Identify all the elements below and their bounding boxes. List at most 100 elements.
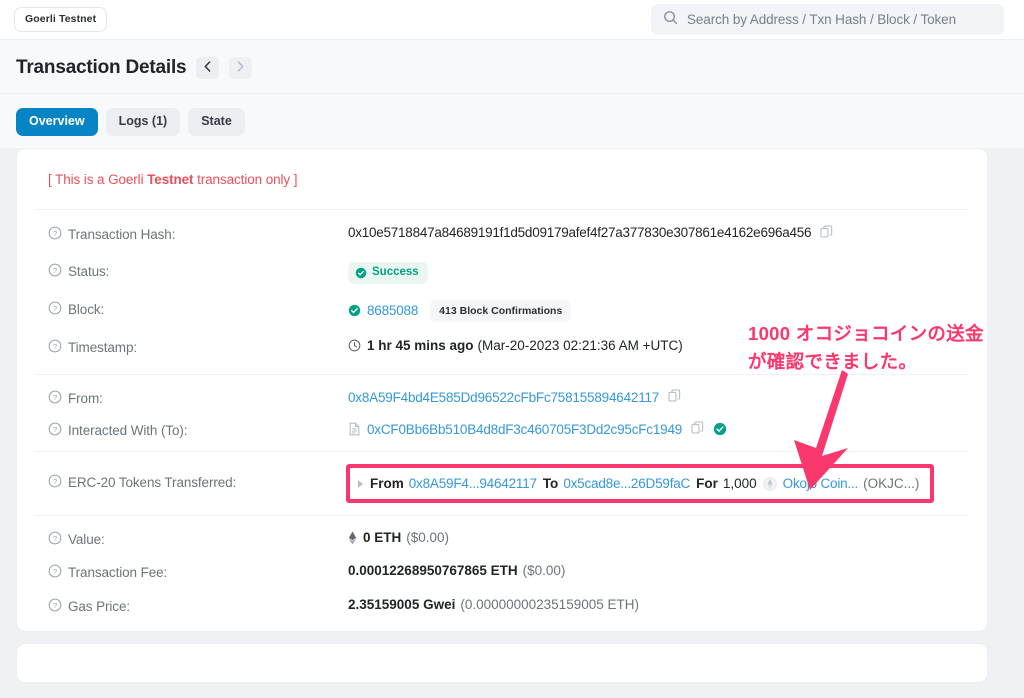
label-text: Value: xyxy=(68,532,105,548)
check-circle-icon xyxy=(355,267,367,279)
label-erc20-transfers: ? ERC-20 Tokens Transferred: xyxy=(48,464,348,491)
label-text: Block: xyxy=(68,301,105,317)
row-interacted-with: ? Interacted With (To): 0xCF0Bb6Bb510B4d… xyxy=(35,414,969,451)
tab-overview[interactable]: Overview xyxy=(16,108,98,136)
erc20-token-name-link[interactable]: Okojo Coin... xyxy=(783,476,859,491)
help-icon[interactable]: ? xyxy=(48,226,62,243)
label-from: ? From: xyxy=(48,389,348,407)
network-badge[interactable]: Goerli Testnet xyxy=(14,7,108,32)
svg-text:?: ? xyxy=(53,534,57,543)
label-text: Transaction Fee: xyxy=(68,565,168,581)
label-transaction-hash: ? Transaction Hash: xyxy=(48,225,348,243)
label-block: ? Block: xyxy=(48,300,348,318)
label-interacted-with: ? Interacted With (To): xyxy=(48,421,348,439)
status-badge: Success xyxy=(348,261,428,284)
value-block: 8685088 413 Block Confirmations xyxy=(348,299,969,323)
help-icon[interactable]: ? xyxy=(48,301,62,318)
value-transaction-fee: 0.00012268950767865 ETH ($0.00) xyxy=(348,563,969,578)
testnet-notice: [ This is a Goerli Testnet transaction o… xyxy=(35,149,969,209)
label-transaction-fee: ? Transaction Fee: xyxy=(48,563,348,581)
contract-verified-icon xyxy=(713,422,727,436)
erc20-amount: 1,000 xyxy=(722,476,757,492)
row-transaction-fee: ? Transaction Fee: 0.00012268950767865 E… xyxy=(35,555,969,589)
clock-icon xyxy=(348,339,361,352)
erc20-to-word: To xyxy=(542,476,559,492)
label-text: From: xyxy=(68,391,103,407)
tab-bar: Overview Logs (1) State xyxy=(0,94,1024,148)
row-value: ? Value: 0 ETH ($0.00) xyxy=(35,516,969,555)
search-box[interactable]: Search by Address / Txn Hash / Block / T… xyxy=(651,4,1004,35)
value-transaction-hash: 0x10e5718847a84689191f1d5d09179afef4f27a… xyxy=(348,225,969,241)
secondary-card xyxy=(16,643,988,684)
page-header: Transaction Details xyxy=(0,40,1024,94)
gas-price-eth: (0.00000000235159005 ETH) xyxy=(460,597,639,613)
row-timestamp: ? Timestamp: 1 hr 45 mins ago (Mar-20-20… xyxy=(35,330,969,364)
gas-price-amount: 2.35159005 Gwei xyxy=(348,597,456,613)
help-icon[interactable]: ? xyxy=(48,339,62,356)
svg-text:?: ? xyxy=(53,266,57,275)
help-icon[interactable]: ? xyxy=(48,598,62,615)
chevron-right-icon xyxy=(237,59,244,77)
help-icon[interactable]: ? xyxy=(48,263,62,280)
row-block: ? Block: 8685088 413 Block Confirmations xyxy=(35,292,969,331)
value-timestamp: 1 hr 45 mins ago (Mar-20-2023 02:21:36 A… xyxy=(348,338,969,353)
svg-text:?: ? xyxy=(53,567,57,576)
from-address-link[interactable]: 0x8A59F4bd4E585Dd96522cFbFc7581558946421… xyxy=(348,390,659,405)
label-text: ERC-20 Tokens Transferred: xyxy=(68,475,237,491)
erc20-from-word: From xyxy=(370,476,404,492)
svg-text:?: ? xyxy=(53,477,57,486)
help-icon[interactable]: ? xyxy=(48,390,62,407)
erc20-transfer-highlight-box: From 0x8A59F4...94642117 To 0x5cad8e...2… xyxy=(346,464,935,504)
ethereum-diamond-icon xyxy=(348,531,357,545)
svg-text:?: ? xyxy=(53,304,57,313)
svg-text:?: ? xyxy=(53,229,57,238)
value-eth-amount: 0 ETH ($0.00) xyxy=(348,530,969,545)
search-input-placeholder[interactable]: Search by Address / Txn Hash / Block / T… xyxy=(687,12,956,27)
help-icon[interactable]: ? xyxy=(48,422,62,439)
help-icon[interactable]: ? xyxy=(48,531,62,548)
contract-document-icon xyxy=(348,422,361,436)
row-transaction-hash: ? Transaction Hash: 0x10e5718847a8468919… xyxy=(35,210,969,254)
erc20-to-address-link[interactable]: 0x5cad8e...26D59faC xyxy=(563,476,690,491)
copy-icon[interactable] xyxy=(668,389,681,405)
search-icon xyxy=(663,10,678,30)
erc20-from-address-link[interactable]: 0x8A59F4...94642117 xyxy=(409,476,537,491)
help-icon[interactable]: ? xyxy=(48,474,62,491)
value-status: Success xyxy=(348,261,969,284)
copy-icon[interactable] xyxy=(820,225,833,241)
transaction-details-card: [ This is a Goerli Testnet transaction o… xyxy=(16,147,988,633)
to-address-link[interactable]: 0xCF0Bb6Bb510B4d8dF3c460705F3Dd2c95cFc19… xyxy=(367,422,682,437)
testnet-notice-prefix: [ This is a Goerli xyxy=(48,171,148,187)
block-number-link[interactable]: 8685088 xyxy=(367,303,418,318)
prev-transaction-button[interactable] xyxy=(196,57,220,79)
svg-text:?: ? xyxy=(53,393,57,402)
row-erc20-transfers: ? ERC-20 Tokens Transferred: From 0x8A59… xyxy=(35,452,969,515)
value-amount: 0 ETH xyxy=(363,530,402,546)
erc20-token-symbol: (OKJC...) xyxy=(863,476,920,492)
help-icon[interactable]: ? xyxy=(48,564,62,581)
label-text: Status: xyxy=(68,263,110,279)
label-timestamp: ? Timestamp: xyxy=(48,338,348,356)
timestamp-relative: 1 hr 45 mins ago xyxy=(367,338,474,354)
label-gas-price: ? Gas Price: xyxy=(48,597,348,615)
svg-text:?: ? xyxy=(53,425,57,434)
value-erc20-transfers: From 0x8A59F4...94642117 To 0x5cad8e...2… xyxy=(346,464,969,504)
row-from: ? From: 0x8A59F4bd4E585Dd96522cFbFc75815… xyxy=(35,375,969,414)
svg-text:?: ? xyxy=(53,342,57,351)
next-transaction-button[interactable] xyxy=(229,57,253,79)
top-bar: Goerli Testnet Search by Address / Txn H… xyxy=(0,0,1024,40)
value-gas-price: 2.35159005 Gwei (0.00000000235159005 ETH… xyxy=(348,597,969,612)
svg-text:?: ? xyxy=(53,601,57,610)
tab-logs[interactable]: Logs (1) xyxy=(105,108,181,136)
copy-icon[interactable] xyxy=(691,421,704,437)
value-from: 0x8A59F4bd4E585Dd96522cFbFc7581558946421… xyxy=(348,389,969,405)
caret-right-icon[interactable] xyxy=(358,479,363,488)
transaction-fee-amount: 0.00012268950767865 ETH xyxy=(348,563,518,579)
value-fiat: ($0.00) xyxy=(406,530,450,546)
row-gas-price: ? Gas Price: 2.35159005 Gwei (0.00000000… xyxy=(35,589,969,631)
transaction-hash-value: 0x10e5718847a84689191f1d5d09179afef4f27a… xyxy=(348,225,812,241)
tab-state[interactable]: State xyxy=(188,108,245,136)
label-text: Gas Price: xyxy=(68,599,131,615)
block-confirmations-badge: 413 Block Confirmations xyxy=(430,299,572,323)
label-text: Transaction Hash: xyxy=(68,226,176,242)
